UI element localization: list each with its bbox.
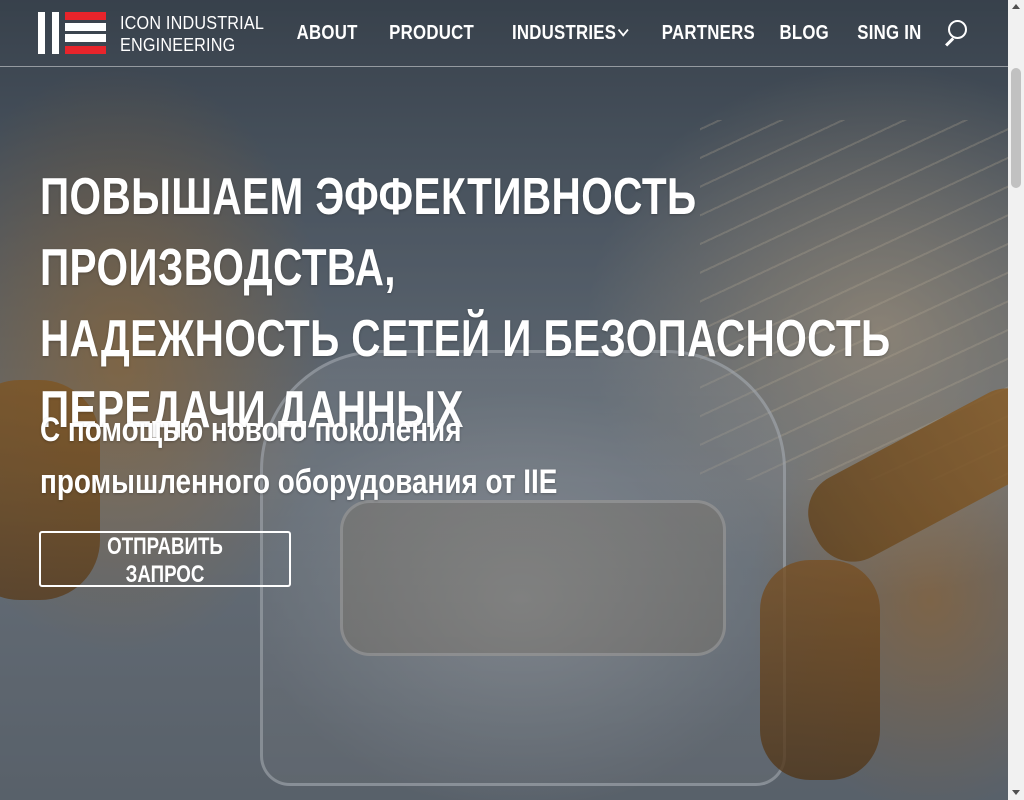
- site-logo[interactable]: ICON INDUSTRIAL ENGINEERING: [38, 12, 280, 56]
- hero-subheadline: С помощью нового поколения промышленного…: [40, 404, 778, 508]
- nav-about[interactable]: ABOUT: [296, 22, 357, 45]
- chevron-down-icon: [618, 23, 630, 37]
- nav-product[interactable]: PRODUCT: [390, 22, 475, 45]
- send-request-label: ОТПРАВИТЬ ЗАПРОС: [107, 533, 223, 588]
- nav-industries-label: INDUSTRIES: [512, 21, 617, 44]
- subheadline-line-2: промышленного оборудования от IIE: [40, 463, 558, 501]
- scroll-down-arrow-icon[interactable]: [1012, 790, 1020, 795]
- logo-icon: [38, 12, 106, 54]
- subheadline-line-1: С помощью нового поколения: [40, 411, 462, 449]
- headline-line-1: ПОВЫШАЕМ ЭФФЕКТИВНОСТЬ ПРОИЗВОДСТВА,: [40, 168, 697, 297]
- scrollbar-thumb[interactable]: [1011, 68, 1021, 188]
- nav-industries[interactable]: INDUSTRIES: [512, 21, 630, 45]
- scroll-up-arrow-icon[interactable]: [1012, 4, 1020, 9]
- search-icon[interactable]: [942, 20, 968, 47]
- page-scrollbar[interactable]: [1008, 0, 1024, 800]
- nav-sign-in[interactable]: SING IN: [858, 22, 922, 45]
- main-nav: ABOUT PRODUCT INDUSTRIES PARTNERS BLOG S…: [285, 20, 968, 47]
- logo-line-2: ENGINEERING: [120, 35, 236, 55]
- site-header: ICON INDUSTRIAL ENGINEERING ABOUT PRODUC…: [0, 0, 1008, 67]
- headline-line-2: НАДЕЖНОСТЬ СЕТЕЙ И БЕЗОПАСНОСТЬ: [40, 310, 891, 368]
- nav-partners[interactable]: PARTNERS: [661, 22, 754, 45]
- logo-text: ICON INDUSTRIAL ENGINEERING: [120, 12, 264, 56]
- send-request-button[interactable]: ОТПРАВИТЬ ЗАПРОС: [39, 531, 291, 588]
- logo-line-1: ICON INDUSTRIAL: [120, 13, 265, 33]
- nav-blog[interactable]: BLOG: [780, 22, 830, 45]
